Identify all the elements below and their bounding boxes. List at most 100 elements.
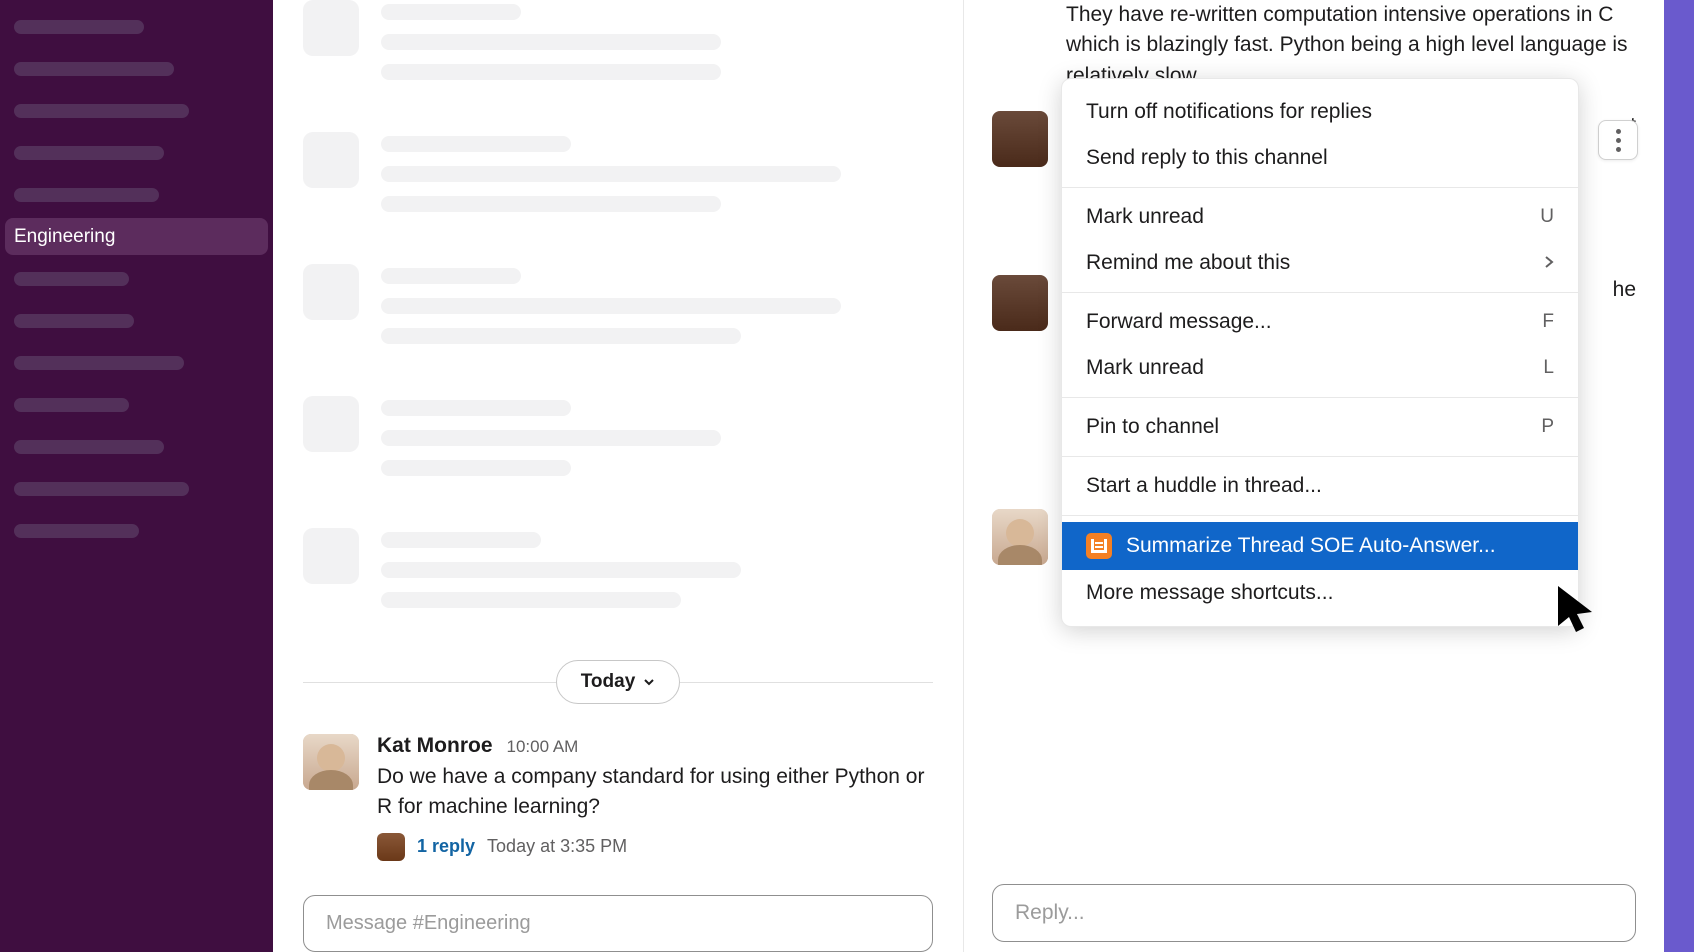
channel-composer[interactable]: Message #Engineering [303,895,933,952]
skeleton-avatar [303,132,359,188]
right-edge-strip [1664,0,1694,952]
context-menu: Turn off notifications for replies Send r… [1061,78,1579,627]
menu-item[interactable]: Mark unread L [1062,345,1578,391]
menu-item-label: Start a huddle in thread... [1086,474,1322,498]
menu-item-label: Summarize Thread SOE Auto-Answer... [1126,534,1496,558]
composer-placeholder: Message #Engineering [326,912,531,934]
channel-message: Kat Monroe 10:00 AM Do we have a company… [303,734,933,861]
skeleton-line [381,34,721,50]
reply-time: Today at 3:35 PM [487,836,627,857]
skeleton-line [14,356,184,370]
date-divider: Today [303,660,933,704]
menu-item-label: More message shortcuts... [1086,581,1333,605]
skeleton-avatar [303,396,359,452]
avatar[interactable] [992,275,1048,331]
menu-shortcut: P [1541,416,1554,438]
menu-item-label: Turn off notifications for replies [1086,100,1372,124]
menu-item[interactable]: Remind me about this [1062,240,1578,286]
skeleton-avatar [303,528,359,584]
skeleton-line [381,562,741,578]
sidebar-item[interactable] [0,176,273,213]
menu-shortcut: F [1542,311,1554,333]
skeleton-message [303,132,933,226]
reply-avatar [377,833,405,861]
thread-composer[interactable]: Reply... [992,884,1636,942]
skeleton-line [381,298,841,314]
avatar[interactable] [992,111,1048,167]
skeleton-message [303,396,933,490]
menu-item[interactable]: Turn off notifications for replies [1062,89,1578,135]
sidebar-item[interactable] [0,512,273,549]
menu-separator [1062,456,1578,457]
menu-item[interactable]: More message shortcuts... [1062,570,1578,616]
skeleton-line [381,460,571,476]
menu-separator [1062,292,1578,293]
sidebar-item[interactable] [0,344,273,381]
menu-item-label: Send reply to this channel [1086,146,1328,170]
message-time: 10:00 AM [507,737,579,757]
skeleton-line [381,196,721,212]
skeleton-line [14,524,139,538]
menu-item-label: Forward message... [1086,310,1272,334]
menu-item-label: Mark unread [1086,356,1204,380]
menu-item[interactable]: Forward message... F [1062,299,1578,345]
sidebar-item[interactable] [0,470,273,507]
avatar[interactable] [992,509,1048,565]
skeleton-line [14,272,129,286]
menu-separator [1062,187,1578,188]
channel-messages: Today Kat Monroe 10:00 AM Do we have a c… [273,0,963,867]
skeleton-line [381,592,681,608]
sidebar-item[interactable] [0,302,273,339]
skeleton-message [303,264,933,358]
sidebar-item[interactable] [0,428,273,465]
sidebar-item[interactable] [0,8,273,45]
skeleton-line [14,440,164,454]
skeleton-line [14,20,144,34]
message-author[interactable]: Kat Monroe [377,734,493,758]
channel-pane: Today Kat Monroe 10:00 AM Do we have a c… [273,0,964,952]
skeleton-line [14,104,189,118]
skeleton-line [381,532,541,548]
avatar[interactable] [303,734,359,790]
skeleton-message [303,0,933,94]
date-divider-label: Today [581,671,636,693]
skeleton-avatar [303,0,359,56]
menu-item-label: Remind me about this [1086,251,1290,275]
reply-strip[interactable]: 1 reply Today at 3:35 PM [377,833,933,861]
sidebar-item[interactable] [0,134,273,171]
date-divider-pill[interactable]: Today [556,660,681,704]
sidebar-item-label: Engineering [14,226,115,248]
sidebar-item[interactable] [0,386,273,423]
skeleton-line [381,4,521,20]
skeleton-line [14,146,164,160]
sidebar-item-engineering[interactable]: Engineering [5,218,268,255]
menu-item[interactable]: Send reply to this channel [1062,135,1578,181]
menu-separator [1062,397,1578,398]
menu-item-label: Mark unread [1086,205,1204,229]
chevron-right-icon [1544,251,1554,275]
sidebar-item[interactable] [0,50,273,87]
skeleton-line [381,64,721,80]
sidebar-item[interactable] [0,260,273,297]
menu-item[interactable]: Summarize Thread SOE Auto-Answer... [1062,522,1578,570]
skeleton-line [381,268,521,284]
menu-item[interactable]: Pin to channelP [1062,404,1578,450]
sidebar-item[interactable] [0,92,273,129]
menu-item[interactable]: Start a huddle in thread... [1062,463,1578,509]
more-actions-button[interactable] [1598,120,1638,160]
composer-placeholder: Reply... [1015,901,1085,924]
skeleton-line [381,430,721,446]
skeleton-line [381,136,571,152]
skeleton-line [14,62,174,76]
message-text: Do we have a company standard for using … [377,762,933,823]
menu-item[interactable]: Mark unread U [1062,194,1578,240]
menu-shortcut: L [1543,357,1554,379]
chevron-down-icon [643,676,655,688]
stackoverflow-icon [1086,533,1112,559]
skeleton-avatar [303,264,359,320]
reply-count: 1 reply [417,836,475,857]
skeleton-line [14,482,189,496]
menu-shortcut: U [1540,206,1554,228]
skeleton-message [303,528,933,622]
menu-separator [1062,515,1578,516]
